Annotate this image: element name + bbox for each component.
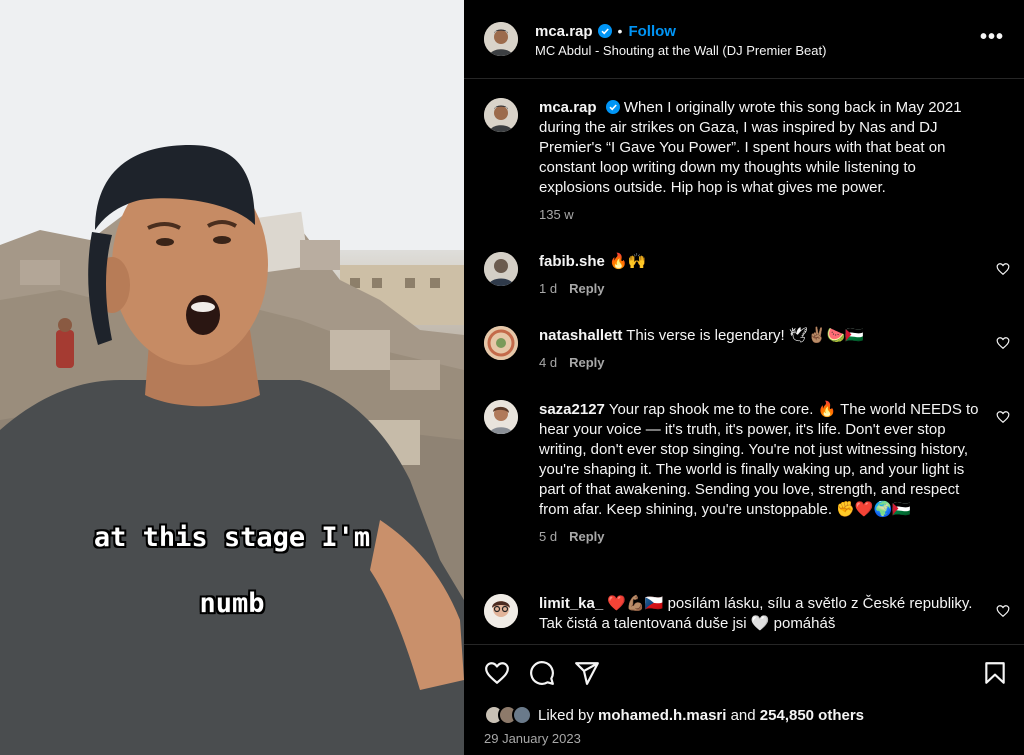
- audio-title-link[interactable]: MC Abdul - Shouting at the Wall (DJ Prem…: [535, 43, 826, 58]
- reply-button[interactable]: Reply: [569, 355, 604, 370]
- post-caption: mca.rap When I originally wrote this son…: [484, 98, 1004, 225]
- commenter-avatar[interactable]: [484, 594, 518, 628]
- comment-age[interactable]: 1 d: [539, 281, 557, 296]
- commenter-avatar[interactable]: [484, 326, 518, 360]
- liked-by-text: Liked by mohamed.h.masri and 254,850 oth…: [538, 707, 864, 724]
- author-avatar[interactable]: [484, 98, 518, 132]
- post-header: mca.rap • Follow MC Abdul - Shouting at …: [464, 0, 1024, 79]
- post-date[interactable]: 29 January 2023: [484, 731, 581, 746]
- comment-text: ❤️💪🏽🇨🇿 posílám lásku, sílu a světlo z Če…: [539, 595, 973, 632]
- liked-by-user[interactable]: mohamed.h.masri: [598, 707, 726, 724]
- comment-age[interactable]: 4 d: [539, 355, 557, 370]
- follow-button[interactable]: Follow: [628, 23, 676, 40]
- comment-item: limit_ka_ ❤️💪🏽🇨🇿 posílám lásku, sílu a s…: [484, 594, 1004, 634]
- commenter-avatar[interactable]: [484, 400, 518, 434]
- reply-button[interactable]: Reply: [569, 529, 604, 544]
- reply-button[interactable]: Reply: [569, 281, 604, 296]
- liked-by-row: Liked by mohamed.h.masri and 254,850 oth…: [484, 705, 864, 725]
- comment-username[interactable]: limit_ka_: [539, 595, 603, 612]
- author-username[interactable]: mca.rap: [535, 23, 593, 40]
- comment-item: fabib.she 🔥🙌 1 d Reply: [484, 252, 1004, 299]
- liked-by-and: and: [730, 706, 756, 724]
- liked-by-prefix: Liked by: [538, 706, 594, 724]
- more-options-icon[interactable]: •••: [980, 27, 1004, 47]
- comment-item: natashallett This verse is legendary! 🕊✌…: [484, 326, 1004, 373]
- header-separator: •: [617, 23, 623, 39]
- comment-item: saza2127 Your rap shook me to the core. …: [484, 400, 1004, 547]
- caption-username[interactable]: mca.rap: [539, 99, 597, 116]
- caption-text: When I originally wrote this song back i…: [539, 99, 962, 196]
- like-comment-heart-icon[interactable]: [996, 410, 1010, 424]
- like-comment-heart-icon[interactable]: [996, 604, 1010, 618]
- liker-avatar[interactable]: [512, 705, 532, 725]
- video-caption: at this stage I'm numb: [0, 488, 464, 653]
- caption-line-2: numb: [199, 588, 265, 619]
- comment-bubble-icon[interactable]: [529, 660, 555, 686]
- like-comment-heart-icon[interactable]: [996, 336, 1010, 350]
- caption-line-1: at this stage I'm: [93, 522, 371, 553]
- video-player[interactable]: at this stage I'm numb: [0, 0, 464, 755]
- comment-username[interactable]: natashallett: [539, 327, 622, 344]
- liked-by-count[interactable]: 254,850 others: [760, 707, 864, 724]
- commenter-avatar[interactable]: [484, 252, 518, 286]
- post-side-panel: mca.rap • Follow MC Abdul - Shouting at …: [464, 0, 1024, 755]
- save-bookmark-icon[interactable]: [982, 660, 1008, 686]
- author-avatar[interactable]: [484, 22, 518, 56]
- share-paper-plane-icon[interactable]: [574, 660, 600, 686]
- post-actions-bar: Liked by mohamed.h.masri and 254,850 oth…: [464, 644, 1024, 755]
- like-heart-icon[interactable]: [484, 660, 510, 686]
- header-meta: mca.rap • Follow MC Abdul - Shouting at …: [535, 23, 826, 58]
- comment-text: This verse is legendary! 🕊✌🏽🍉🇵🇸: [626, 327, 864, 344]
- verified-badge-icon: [597, 24, 612, 38]
- post-caption-body: mca.rap When I originally wrote this son…: [539, 98, 979, 225]
- comment-username[interactable]: saza2127: [539, 401, 605, 418]
- caption-age[interactable]: 135 w: [539, 207, 574, 222]
- like-comment-heart-icon[interactable]: [996, 262, 1010, 276]
- comments-scroll-area[interactable]: mca.rap When I originally wrote this son…: [464, 80, 1024, 644]
- comment-text: 🔥🙌: [609, 253, 647, 270]
- comment-text: Your rap shook me to the core. 🔥 The wor…: [539, 401, 979, 518]
- comment-username[interactable]: fabib.she: [539, 253, 605, 270]
- verified-badge-icon: [605, 100, 620, 114]
- comment-age[interactable]: 5 d: [539, 529, 557, 544]
